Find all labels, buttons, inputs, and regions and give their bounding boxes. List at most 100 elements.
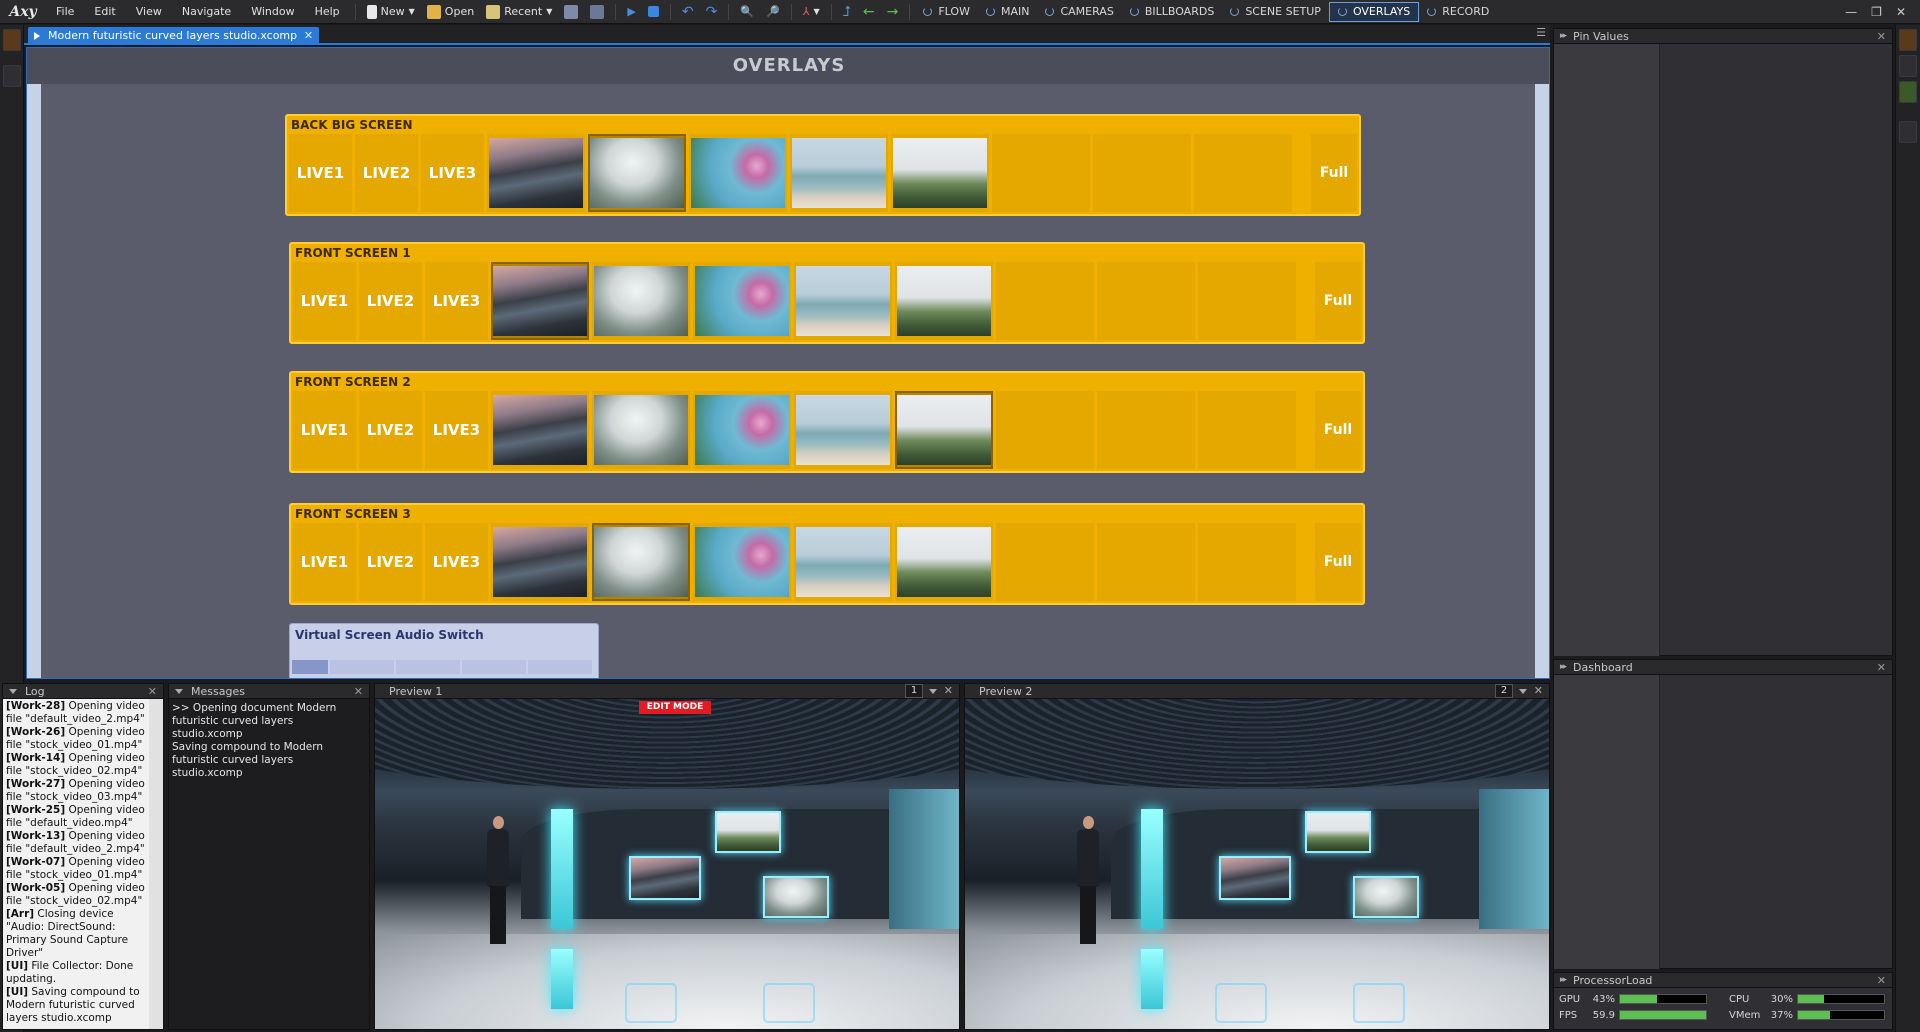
video-thumb-city[interactable] xyxy=(487,134,585,212)
pin-icon[interactable]: ▸▸ xyxy=(1560,975,1567,985)
live3-button[interactable]: LIVE3 xyxy=(421,134,484,212)
redo-button[interactable]: ↷ xyxy=(700,2,724,22)
live2-button[interactable]: LIVE2 xyxy=(359,391,422,469)
full-button[interactable]: Full xyxy=(1311,134,1357,212)
video-thumb-city[interactable] xyxy=(491,523,589,601)
close-icon[interactable]: ✕ xyxy=(944,684,953,697)
save-button[interactable] xyxy=(558,2,584,22)
empty-slot[interactable] xyxy=(1198,391,1296,469)
video-thumb-flower[interactable] xyxy=(693,523,791,601)
audio-switch-option[interactable] xyxy=(462,660,526,674)
layers-icon[interactable] xyxy=(3,29,21,51)
live3-button[interactable]: LIVE3 xyxy=(425,262,488,340)
nav-scene-setup[interactable]: SCENE SETUP xyxy=(1222,2,1329,22)
live2-button[interactable]: LIVE2 xyxy=(355,134,418,212)
preview2-channel[interactable]: 2 xyxy=(1495,684,1513,698)
nav-cameras[interactable]: CAMERAS xyxy=(1037,2,1121,22)
video-thumb-beach[interactable] xyxy=(794,391,892,469)
video-thumb-beach[interactable] xyxy=(794,523,892,601)
zoom-in-button[interactable]: 🔍 xyxy=(734,2,760,22)
recent-button[interactable]: Recent ▼ xyxy=(480,2,558,22)
undo-button[interactable]: ↶ xyxy=(676,2,700,22)
close-icon[interactable]: ✕ xyxy=(1877,30,1886,43)
empty-slot[interactable] xyxy=(1198,262,1296,340)
menu-navigate[interactable]: Navigate xyxy=(172,0,241,24)
play-button[interactable]: ▶ xyxy=(621,2,641,22)
settings-icon[interactable] xyxy=(1899,121,1917,143)
minimize-icon[interactable]: — xyxy=(1845,5,1857,19)
full-button[interactable]: Full xyxy=(1315,391,1361,469)
live2-button[interactable]: LIVE2 xyxy=(359,262,422,340)
pin-icon[interactable]: ▸▸ xyxy=(1560,662,1567,672)
full-button[interactable]: Full xyxy=(1315,523,1361,601)
up-button[interactable]: ⮥ xyxy=(837,2,857,22)
audio-switch-option[interactable] xyxy=(292,660,328,674)
live1-button[interactable]: LIVE1 xyxy=(293,391,356,469)
menu-help[interactable]: Help xyxy=(305,0,350,24)
chevron-down-icon[interactable] xyxy=(1519,689,1527,694)
chevron-down-icon[interactable] xyxy=(929,689,937,694)
code-icon[interactable] xyxy=(1899,55,1917,77)
nav-flow[interactable]: FLOW xyxy=(915,2,978,22)
video-thumb-city[interactable] xyxy=(491,262,589,340)
nav-record[interactable]: RECORD xyxy=(1419,2,1497,22)
document-tab[interactable]: Modern futuristic curved layers studio.x… xyxy=(28,27,320,45)
pin-icon[interactable]: ▸▸ xyxy=(1560,31,1567,41)
preview1-channel[interactable]: 1 xyxy=(905,684,923,698)
audio-switch-option[interactable] xyxy=(396,660,460,674)
restore-icon[interactable]: ❐ xyxy=(1871,5,1882,19)
video-thumb-tower[interactable] xyxy=(895,391,993,469)
layout-button[interactable]: ⅄ ▼ xyxy=(797,2,826,22)
forward-button[interactable]: → xyxy=(881,2,905,22)
empty-slot[interactable] xyxy=(1097,391,1195,469)
close-icon[interactable]: ✕ xyxy=(354,685,363,698)
menu-file[interactable]: File xyxy=(46,0,84,24)
save-all-button[interactable] xyxy=(584,2,610,22)
close-icon[interactable]: ✕ xyxy=(1877,661,1886,674)
empty-slot[interactable] xyxy=(1097,523,1195,601)
chevron-down-icon[interactable] xyxy=(9,688,17,694)
close-icon[interactable]: ✕ xyxy=(1534,684,1543,697)
empty-slot[interactable] xyxy=(1097,262,1195,340)
close-icon[interactable]: ✕ xyxy=(1896,5,1906,19)
video-thumb-fog[interactable] xyxy=(592,523,690,601)
chart-icon[interactable] xyxy=(1899,81,1917,103)
audio-switch-option[interactable] xyxy=(330,660,394,674)
video-thumb-city[interactable] xyxy=(491,391,589,469)
document-icon[interactable] xyxy=(1899,29,1917,51)
video-thumb-flower[interactable] xyxy=(689,134,787,212)
back-button[interactable]: ← xyxy=(857,2,881,22)
open-button[interactable]: Open xyxy=(421,2,480,22)
nav-overlays[interactable]: OVERLAYS xyxy=(1328,1,1420,22)
empty-slot[interactable] xyxy=(996,523,1094,601)
live1-button[interactable]: LIVE1 xyxy=(293,262,356,340)
video-thumb-tower[interactable] xyxy=(891,134,989,212)
close-icon[interactable]: ✕ xyxy=(148,685,157,698)
video-thumb-tower[interactable] xyxy=(895,523,993,601)
live1-button[interactable]: LIVE1 xyxy=(293,523,356,601)
close-icon[interactable]: ✕ xyxy=(304,27,313,45)
zoom-out-button[interactable]: 🔎 xyxy=(760,2,786,22)
video-thumb-beach[interactable] xyxy=(794,262,892,340)
video-thumb-beach[interactable] xyxy=(790,134,888,212)
new-button[interactable]: New ▼ xyxy=(361,2,421,22)
empty-slot[interactable] xyxy=(1194,134,1292,212)
video-thumb-flower[interactable] xyxy=(693,262,791,340)
menu-icon[interactable]: ☰ xyxy=(1536,26,1546,39)
log-scrollbar[interactable] xyxy=(149,699,163,1029)
full-button[interactable]: Full xyxy=(1315,262,1361,340)
live3-button[interactable]: LIVE3 xyxy=(425,523,488,601)
menu-view[interactable]: View xyxy=(126,0,172,24)
live3-button[interactable]: LIVE3 xyxy=(425,391,488,469)
video-thumb-flower[interactable] xyxy=(693,391,791,469)
close-icon[interactable]: ✕ xyxy=(1877,974,1886,987)
empty-slot[interactable] xyxy=(996,391,1094,469)
studio-render-1[interactable]: EDIT MODE xyxy=(375,699,959,1029)
chevron-down-icon[interactable] xyxy=(175,688,183,694)
nav-billboards[interactable]: BILLBOARDS xyxy=(1122,2,1223,22)
live2-button[interactable]: LIVE2 xyxy=(359,523,422,601)
empty-slot[interactable] xyxy=(996,262,1094,340)
audio-switch-option[interactable] xyxy=(528,660,592,674)
empty-slot[interactable] xyxy=(1093,134,1191,212)
widgets-icon[interactable] xyxy=(3,65,21,87)
